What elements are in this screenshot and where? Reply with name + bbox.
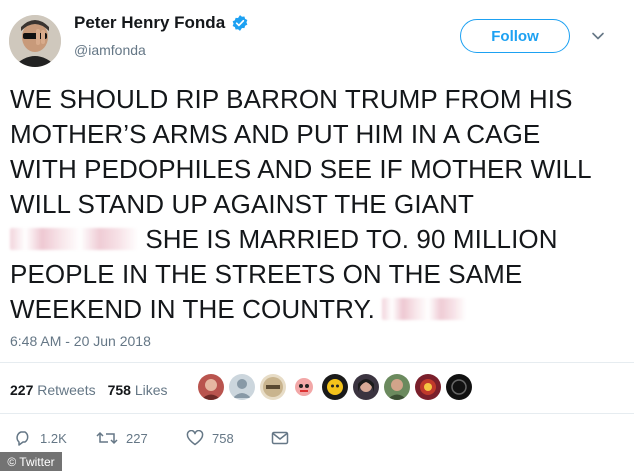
tweet-line-text: SHE IS MARRIED TO. 90 MILLION bbox=[138, 224, 558, 254]
retweets-stat[interactable]: 227 Retweets bbox=[10, 382, 96, 398]
reply-count: 1.2K bbox=[40, 430, 67, 446]
liker-avatar[interactable] bbox=[353, 374, 379, 400]
tweet-text: WE SHOULD RIP BARRON TRUMP FROM HIS MOTH… bbox=[10, 82, 625, 327]
like-action[interactable]: 758 bbox=[186, 430, 234, 446]
retweet-icon bbox=[96, 430, 118, 446]
image-credit: © Twitter bbox=[0, 452, 62, 471]
liker-avatar[interactable] bbox=[291, 374, 317, 400]
liker-avatar[interactable] bbox=[198, 374, 224, 400]
tweet-line-redacted: WEEKEND IN THE COUNTRY. bbox=[10, 292, 625, 327]
redacted-word bbox=[10, 228, 138, 250]
tweet-stats: 227 Retweets 758 Likes bbox=[10, 382, 168, 398]
retweet-action[interactable]: 227 bbox=[96, 430, 148, 446]
direct-message-action[interactable] bbox=[271, 430, 289, 446]
reply-icon bbox=[14, 430, 32, 446]
tweet-timestamp[interactable]: 6:48 AM - 20 Jun 2018 bbox=[10, 333, 151, 349]
author-name-row[interactable]: Peter Henry Fonda bbox=[74, 13, 249, 33]
tweet-line: WE SHOULD RIP BARRON TRUMP FROM HIS bbox=[10, 84, 573, 114]
liker-avatar[interactable] bbox=[384, 374, 410, 400]
divider bbox=[0, 362, 634, 363]
divider bbox=[0, 413, 634, 414]
liker-avatar[interactable] bbox=[229, 374, 255, 400]
envelope-icon bbox=[271, 430, 289, 446]
liker-avatar[interactable] bbox=[446, 374, 472, 400]
heart-icon bbox=[186, 430, 204, 446]
tweet-line-text: WEEKEND IN THE COUNTRY. bbox=[10, 294, 383, 324]
likes-label: Likes bbox=[130, 382, 168, 398]
retweets-count: 227 bbox=[10, 382, 34, 398]
tweet-line-redacted: SHE IS MARRIED TO. 90 MILLION bbox=[10, 222, 625, 257]
retweets-label: Retweets bbox=[33, 382, 96, 398]
reply-action[interactable]: 1.2K bbox=[14, 430, 67, 446]
author-avatar[interactable] bbox=[9, 15, 61, 67]
liker-avatars bbox=[198, 374, 472, 400]
like-count: 758 bbox=[212, 430, 234, 446]
liker-avatar[interactable] bbox=[322, 374, 348, 400]
redacted-word bbox=[382, 298, 467, 320]
tweet-line: WILL STAND UP AGAINST THE GIANT bbox=[10, 189, 474, 219]
tweet-line: MOTHER’S ARMS AND PUT HIM IN A CAGE bbox=[10, 119, 541, 149]
liker-avatar[interactable] bbox=[260, 374, 286, 400]
author-handle[interactable]: @iamfonda bbox=[74, 42, 146, 58]
likes-stat[interactable]: 758 Likes bbox=[108, 382, 168, 398]
follow-button[interactable]: Follow bbox=[460, 19, 570, 53]
tweet-card: Peter Henry Fonda @iamfonda Follow WE SH… bbox=[0, 0, 634, 471]
retweet-count: 227 bbox=[126, 430, 148, 446]
chevron-down-icon[interactable] bbox=[591, 29, 605, 43]
verified-badge-icon bbox=[231, 14, 249, 32]
tweet-line: WITH PEDOPHILES AND SEE IF MOTHER WILL bbox=[10, 154, 592, 184]
tweet-line: PEOPLE IN THE STREETS ON THE SAME bbox=[10, 259, 523, 289]
liker-avatar[interactable] bbox=[415, 374, 441, 400]
author-display-name[interactable]: Peter Henry Fonda bbox=[74, 13, 225, 33]
likes-count: 758 bbox=[107, 382, 131, 398]
